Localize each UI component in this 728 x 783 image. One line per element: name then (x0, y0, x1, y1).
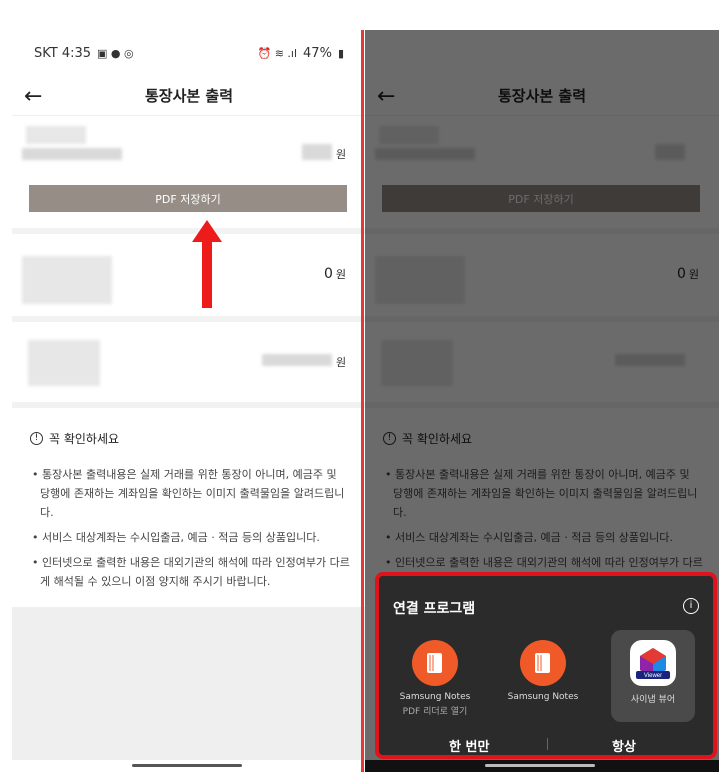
account-card-3: 원 (12, 322, 366, 408)
status-bar: SKT 4:35 ▣ ● ◎ ⏰ ≋ .ıl 47% ▮ (12, 30, 366, 76)
masked-account-info (28, 340, 100, 386)
samsung-notes-icon (412, 640, 458, 686)
red-arrow-up-icon (192, 220, 222, 308)
notice-title: 꼭 확인하세요 (49, 432, 120, 446)
app-name: Samsung Notes (507, 692, 579, 702)
notice-section: ! 꼭 확인하세요 • 통장사본 출력내용은 실제 거래를 위한 통장이 아니며,… (30, 430, 350, 597)
samsung-notes-icon (520, 640, 566, 686)
battery-icon: ▮ (337, 46, 344, 60)
app-option-samsung-notes[interactable]: Samsung Notes (501, 630, 585, 722)
home-indicator-bar (12, 760, 366, 772)
account-card-1: 원 PDF 저장하기 (12, 118, 366, 236)
masked-account-name (26, 126, 86, 144)
app-option-synap-viewer[interactable]: Viewer 사이냅 뷰어 (611, 630, 695, 722)
left-screen: SKT 4:35 ▣ ● ◎ ⏰ ≋ .ıl 47% ▮ ← 통장사본 출력 원 PD… (12, 30, 366, 772)
app-subtitle: PDF 리더로 열기 (402, 707, 468, 717)
sheet-title: 연결 프로그램 (393, 601, 476, 617)
info-icon[interactable]: i (683, 598, 699, 614)
app-name: Samsung Notes (399, 692, 471, 702)
app-bar: ← 통장사본 출력 (12, 76, 366, 116)
home-indicator[interactable] (132, 764, 242, 767)
section-divider (12, 402, 366, 408)
balance-unit: 원 (336, 148, 347, 161)
balance-unit: 원 (336, 356, 347, 369)
masked-balance (262, 354, 332, 366)
right-screen: ← 통장사본 출력 PDF 저장하기 0원 !꼭 확인하세요 • 통장사본 출력… (365, 30, 719, 772)
home-indicator[interactable] (485, 764, 595, 767)
app-name: 사이냅 뷰어 (630, 695, 676, 705)
notification-icons: ▣ ● ◎ (97, 46, 134, 60)
notice-item: • 통장사본 출력내용은 실제 거래를 위한 통장이 아니며, 예금주 및 당행… (32, 468, 345, 519)
account-balance: 0원 (324, 266, 347, 282)
account-card-2: 0원 (12, 234, 366, 318)
button-divider (547, 738, 548, 750)
notice-item: • 인터넷으로 출력한 내용은 대외기관의 해석에 따라 인정여부가 다르게 해… (32, 556, 350, 588)
masked-account-number (22, 148, 122, 160)
app-option-samsung-notes-pdf[interactable]: Samsung Notes PDF 리더로 열기 (393, 630, 477, 722)
masked-balance (302, 144, 332, 160)
red-divider (361, 30, 364, 772)
carrier-time: SKT 4:35 (34, 45, 92, 61)
masked-account-info (22, 256, 112, 304)
always-button[interactable]: 항상 (612, 736, 636, 755)
back-arrow-icon[interactable]: ← (24, 84, 42, 109)
open-with-sheet: 연결 프로그램 i Samsung Notes PDF 리더로 열기 Samsu… (375, 572, 717, 759)
synap-viewer-icon: Viewer (630, 640, 676, 686)
battery-level: 47% (303, 45, 332, 61)
page-title: 통장사본 출력 (144, 87, 234, 105)
info-icon: ! (30, 432, 43, 445)
alarm-wifi-signal-icons: ⏰ ≋ .ıl (257, 46, 298, 60)
empty-area (12, 607, 366, 772)
notice-item: • 서비스 대상계좌는 수시입출금, 예금 · 적금 등의 상품입니다. (32, 531, 320, 544)
viewer-badge: Viewer (644, 673, 662, 679)
pdf-save-button[interactable]: PDF 저장하기 (29, 185, 347, 212)
just-once-button[interactable]: 한 번만 (449, 736, 489, 755)
home-indicator-bar (365, 760, 719, 772)
